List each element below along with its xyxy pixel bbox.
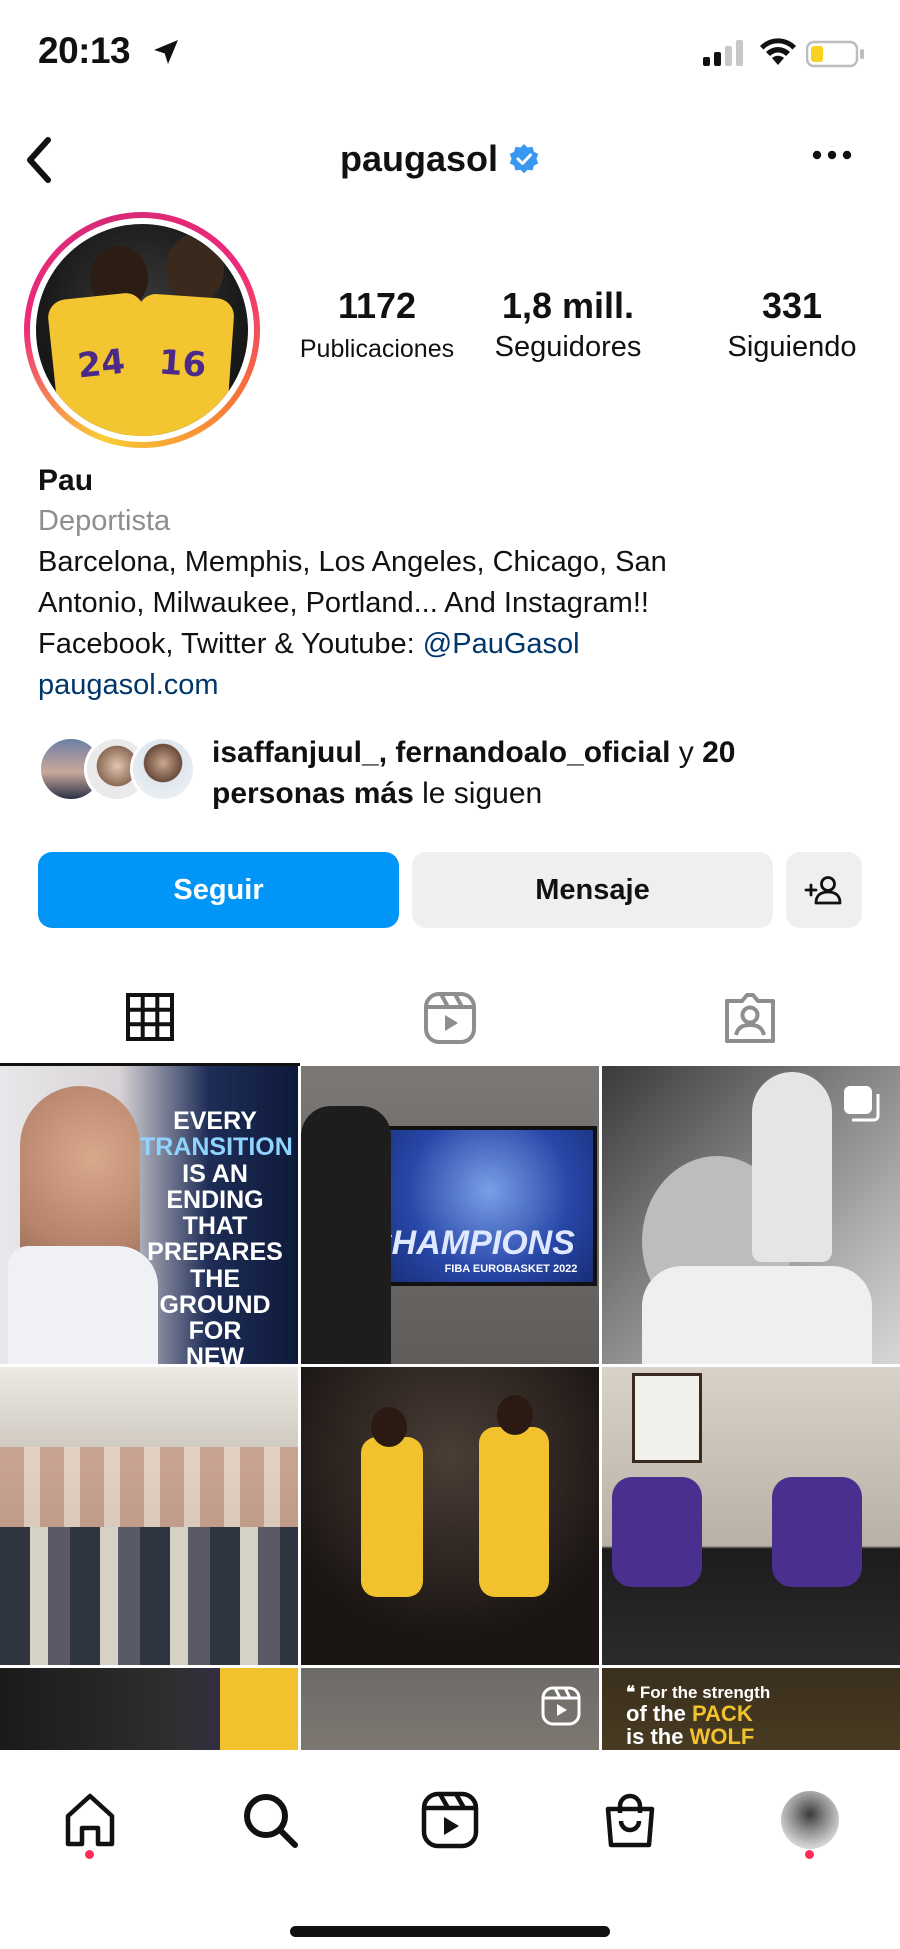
stat-posts-value: 1172 (337, 285, 417, 326)
post-quote-text: EVERY TRANSITION IS AN ENDING THAT PREPA… (140, 1107, 293, 1364)
home-icon (65, 1793, 115, 1847)
followed-by-count: 20 (702, 736, 736, 769)
profile-tabs (0, 970, 900, 1066)
tab-reels[interactable] (300, 970, 600, 1066)
follow-button[interactable]: Seguir (38, 852, 399, 928)
status-time: 20:13 (38, 30, 131, 71)
profile-actions: Seguir Mensaje (38, 852, 862, 930)
stat-posts[interactable]: 1172 Publicaciones (284, 285, 470, 364)
search-icon (244, 1794, 298, 1848)
profile-stats: 1172 Publicaciones 1,8 mill. Seguidores … (300, 285, 880, 375)
wifi-icon (760, 38, 796, 71)
stat-following[interactable]: 331 Siguiendo (702, 285, 882, 364)
reels-icon (421, 1791, 479, 1849)
tab-posts-grid[interactable] (0, 970, 300, 1066)
followed-by-conjunction: y (670, 736, 703, 769)
nav-profile[interactable] (770, 1780, 850, 1860)
post-quote-text: ❝ For the strength of the PACK is the WO… (626, 1683, 771, 1749)
profile-username: paugasol (0, 138, 900, 180)
nav-reels[interactable] (410, 1780, 490, 1860)
profile-notification-dot (805, 1850, 814, 1859)
bio-line-3-prefix: Facebook, Twitter & Youtube: (38, 628, 423, 660)
nav-home[interactable] (50, 1780, 130, 1860)
bio-line-2: Antonio, Milwaukee, Portland... And Inst… (38, 587, 649, 619)
home-notification-dot (85, 1850, 94, 1859)
tagged-person-icon (725, 993, 775, 1043)
status-bar: 20:13 (0, 0, 900, 110)
stat-followers-label: Seguidores (494, 331, 642, 363)
post-thumbnail[interactable]: EVERY TRANSITION IS AN ENDING THAT PREPA… (0, 1066, 298, 1364)
jersey-number-right: 16 (157, 342, 208, 386)
profile-avatar-small (781, 1791, 839, 1849)
message-button[interactable]: Mensaje (412, 852, 773, 928)
nav-search[interactable] (230, 1780, 310, 1860)
post-thumbnail[interactable] (0, 1668, 298, 1750)
post-thumbnail[interactable]: CHAMPIONS FIBA EUROBASKET 2022 (301, 1066, 599, 1364)
carousel-icon (842, 1084, 882, 1129)
followed-by-more: personas más (212, 777, 414, 810)
more-options-button[interactable] (810, 148, 854, 167)
battery-icon (805, 40, 866, 73)
follower-avatar (130, 736, 196, 802)
bio-line-1: Barcelona, Memphis, Los Angeles, Chicago… (38, 546, 667, 578)
post-thumbnail[interactable] (0, 1367, 298, 1665)
posts-grid: EVERY TRANSITION IS AN ENDING THAT PREPA… (0, 1066, 900, 1750)
post-thumbnail[interactable] (301, 1668, 599, 1750)
profile-bio: Pau Deportista Barcelona, Memphis, Los A… (38, 460, 878, 706)
shopping-bag-icon (605, 1793, 655, 1848)
verified-badge-icon (509, 144, 539, 174)
stat-followers-value: 1,8 mill. (501, 285, 635, 326)
stat-posts-label: Publicaciones (299, 335, 455, 363)
followed-by-names: isaffanjuul_, fernandoalo_oficial (212, 736, 671, 769)
cellular-signal-icon (703, 40, 747, 71)
profile-website-link[interactable]: paugasol.com (38, 665, 878, 706)
post-thumbnail[interactable] (602, 1367, 900, 1665)
profile-avatar: 24 16 (36, 224, 248, 436)
nav-shop[interactable] (590, 1780, 670, 1860)
profile-avatar-story-ring[interactable]: 24 16 (24, 212, 260, 448)
bio-line-3: Facebook, Twitter & Youtube: @PauGasol (38, 624, 878, 665)
post-thumbnail[interactable] (602, 1066, 900, 1364)
profile-header: paugasol (0, 130, 900, 190)
profile-category: Deportista (38, 505, 171, 537)
reels-badge-icon (541, 1686, 581, 1731)
followed-by-section[interactable]: isaffanjuul_, fernandoalo_oficial y 20 pe… (38, 732, 888, 822)
suggested-accounts-button[interactable] (786, 852, 862, 928)
followed-by-tail: le siguen (413, 777, 543, 810)
stat-following-value: 331 (761, 285, 823, 326)
add-person-icon (804, 876, 842, 905)
reels-icon (424, 992, 476, 1044)
post-thumbnail[interactable]: ❝ For the strength of the PACK is the WO… (602, 1668, 900, 1750)
post-banner-subtext: FIBA EUROBASKET 2022 (444, 1263, 578, 1275)
stat-following-label: Siguiendo (727, 331, 857, 363)
username-text: paugasol (339, 138, 499, 179)
tab-tagged[interactable] (600, 970, 900, 1066)
home-indicator (290, 1926, 610, 1937)
grid-icon (126, 992, 174, 1041)
profile-display-name: Pau (38, 464, 94, 497)
bottom-navigation (0, 1750, 900, 1949)
post-thumbnail[interactable] (301, 1367, 599, 1665)
ellipsis-icon (812, 150, 852, 160)
followed-by-text: isaffanjuul_, fernandoalo_oficial y 20 pe… (212, 732, 892, 814)
location-arrow-icon (150, 36, 182, 73)
bio-mention-link[interactable]: @PauGasol (423, 628, 580, 660)
stat-followers[interactable]: 1,8 mill. Seguidores (478, 285, 658, 364)
